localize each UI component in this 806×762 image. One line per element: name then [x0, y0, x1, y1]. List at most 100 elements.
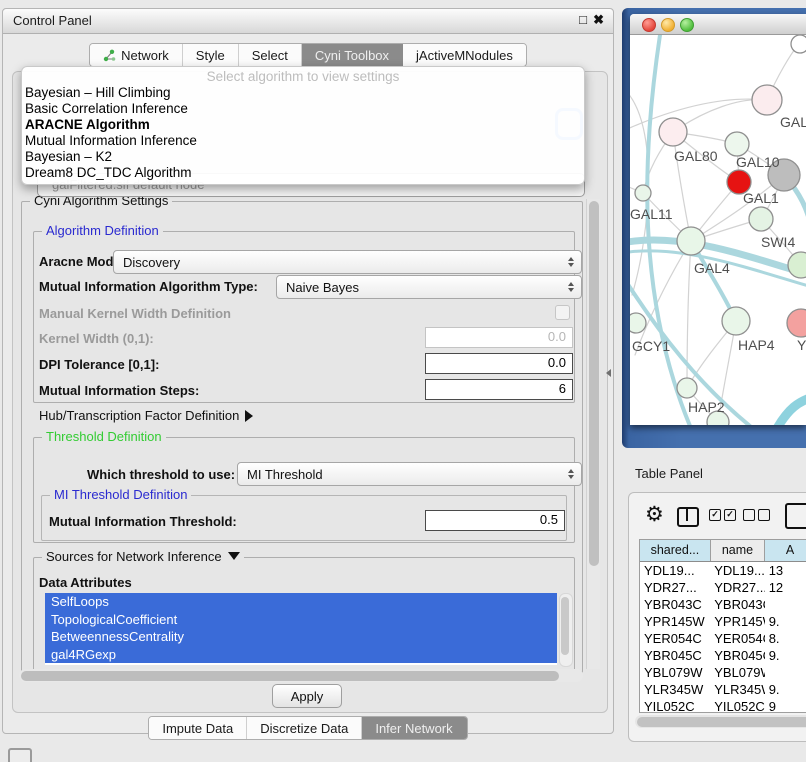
table-cell: YIL052C [640, 698, 710, 713]
table-row[interactable]: YER054CYER054C8. [640, 630, 806, 647]
mi-threshold-field[interactable]: 0.5 [425, 510, 565, 531]
mi-steps-field[interactable]: 6 [425, 379, 573, 400]
column-header-name[interactable]: name [711, 540, 765, 561]
node-label-gal80: GAL80 [674, 148, 718, 164]
column-header-a[interactable]: A [765, 540, 806, 561]
which-threshold-label: Which threshold to use: [87, 467, 235, 482]
checked-boxes-icon[interactable]: ✓ ✓ [709, 509, 736, 521]
document-icon[interactable] [785, 503, 806, 529]
tab-infer-network[interactable]: Infer Network [362, 717, 466, 739]
table-toolbar: ⚙ ✓ ✓ [629, 493, 806, 539]
combo-stepper-icon [562, 469, 581, 479]
tab-impute-data[interactable]: Impute Data [149, 717, 247, 739]
settings-hscroll-thumb[interactable] [21, 671, 559, 681]
algorithm-option-mutual-information-inference[interactable]: Mutual Information Inference [22, 133, 584, 149]
settings-vscroll-thumb[interactable] [589, 201, 599, 566]
node-label-swi4: SWI4 [761, 234, 795, 250]
gear-icon[interactable]: ⚙ [645, 502, 664, 527]
float-window-icon[interactable]: □ [579, 12, 587, 27]
minimize-traffic-button[interactable] [661, 18, 675, 32]
network-node[interactable] [677, 378, 697, 398]
algorithm-option-bayesian-k2[interactable]: Bayesian – K2 [22, 149, 584, 165]
dpi-tolerance-field[interactable]: 0.0 [425, 353, 573, 374]
table-row[interactable]: YBR045CYBR045C9. [640, 647, 806, 664]
network-node[interactable] [752, 85, 782, 115]
settings-vertical-scrollbar[interactable] [586, 199, 600, 669]
table-row[interactable]: YLR345WYLR345W9. [640, 681, 806, 698]
tab-jactivemnodules[interactable]: jActiveMNodules [403, 44, 526, 66]
node-table[interactable]: shared...nameAYDL19...YDL19...13YDR27...… [639, 539, 806, 713]
aracne-mode-combo[interactable]: Discovery [113, 250, 582, 274]
network-node[interactable] [630, 313, 646, 333]
tab-cyni-toolbox[interactable]: Cyni Toolbox [302, 44, 403, 66]
close-window-icon[interactable]: ✖ [593, 12, 604, 28]
table-hscroll-thumb[interactable] [637, 717, 806, 727]
attributes-scrollbar[interactable] [559, 593, 573, 667]
table-cell: 8. [765, 630, 806, 647]
network-canvas[interactable]: GALGAL80GAL10GAL1GAL11SWI4GAL4GCY1HAP4YH… [630, 35, 806, 425]
network-node[interactable] [787, 309, 806, 337]
zoom-traffic-button[interactable] [680, 18, 694, 32]
sources-title-wrap[interactable]: Sources for Network Inference [42, 549, 244, 564]
table-row[interactable]: YBR043CYBR043C [640, 596, 806, 613]
network-node[interactable] [725, 132, 749, 156]
which-threshold-combo[interactable]: MI Threshold [237, 462, 582, 486]
network-node[interactable] [635, 185, 651, 201]
algorithm-option-dream8-dc-tdc-algorithm[interactable]: Dream8 DC_TDC Algorithm [22, 165, 584, 181]
unchecked-boxes-icon[interactable] [743, 509, 770, 521]
tab-label: Style [196, 48, 225, 63]
checkbox-checked-icon: ✓ [724, 509, 736, 521]
columns-icon[interactable] [677, 507, 699, 527]
attributes-scroll-thumb[interactable] [561, 597, 569, 655]
network-node[interactable] [791, 35, 806, 53]
network-edge[interactable] [776, 396, 806, 425]
data-attributes-list[interactable]: SelfLoopsTopologicalCoefficientBetweenne… [45, 593, 557, 665]
mi-type-value: Naive Bayes [286, 280, 359, 295]
tab-label: Select [252, 48, 288, 63]
attribute-item-topologicalcoefficient[interactable]: TopologicalCoefficient [45, 611, 557, 629]
node-label-gal4: GAL4 [694, 260, 730, 276]
table-row[interactable]: YBL079WYBL079W [640, 664, 806, 681]
table-cell: YIL052C [710, 698, 764, 713]
network-node[interactable] [749, 207, 773, 231]
table-row[interactable]: YDR27...YDR27...12 [640, 579, 806, 596]
tab-style[interactable]: Style [183, 44, 239, 66]
close-traffic-button[interactable] [642, 18, 656, 32]
algorithm-option-bayesian-hill-climbing[interactable]: Bayesian – Hill Climbing [22, 85, 584, 101]
algorithm-option-basic-correlation-inference[interactable]: Basic Correlation Inference [22, 101, 584, 117]
control-panel-titlebar[interactable]: Control Panel □ ✖ [3, 9, 613, 34]
manual-kernel-checkbox[interactable] [555, 305, 570, 320]
network-node[interactable] [722, 307, 750, 335]
attribute-item-gal4rgexp[interactable]: gal4RGexp [45, 646, 557, 664]
minimized-panel-icon[interactable] [8, 748, 32, 762]
table-row[interactable]: YDL19...YDL19...13 [640, 562, 806, 579]
attribute-item-betweennesscentrality[interactable]: BetweennessCentrality [45, 628, 557, 646]
network-window-titlebar[interactable] [630, 14, 806, 35]
tab-select[interactable]: Select [239, 44, 302, 66]
node-label-gcy1: GCY1 [632, 338, 670, 354]
table-row[interactable]: YPR145WYPR145W9. [640, 613, 806, 630]
network-node[interactable] [659, 118, 687, 146]
node-label-gal10: GAL10 [736, 154, 780, 170]
apply-button[interactable]: Apply [272, 684, 342, 708]
hub-definition-toggle[interactable]: Hub/Transcription Factor Definition [39, 408, 253, 423]
attribute-item-selfloops[interactable]: SelfLoops [45, 593, 557, 611]
network-node[interactable] [788, 252, 806, 278]
settings-horizontal-scrollbar[interactable] [19, 669, 583, 682]
kernel-width-field[interactable]: 0.0 [425, 327, 573, 348]
table-cell: YLR345W [710, 681, 764, 698]
mi-type-combo[interactable]: Naive Bayes [276, 275, 582, 299]
table-cell: 12 [765, 579, 806, 596]
algorithm-option-aracne-algorithm[interactable]: ARACNE Algorithm [22, 117, 584, 133]
tab-discretize-data[interactable]: Discretize Data [247, 717, 362, 739]
table-cell: YLR345W [640, 681, 710, 698]
table-row[interactable]: YIL052CYIL052C9 [640, 698, 806, 713]
tab-network[interactable]: Network [90, 44, 183, 66]
expand-right-icon [245, 410, 253, 422]
combo-stepper-icon [562, 257, 581, 267]
table-horizontal-scrollbar[interactable] [635, 715, 806, 728]
network-node[interactable] [677, 227, 705, 255]
network-graph[interactable]: GALGAL80GAL10GAL1GAL11SWI4GAL4GCY1HAP4YH… [630, 35, 806, 425]
splitter-collapse-icon[interactable] [606, 369, 611, 377]
column-header-shared[interactable]: shared... [640, 540, 711, 561]
